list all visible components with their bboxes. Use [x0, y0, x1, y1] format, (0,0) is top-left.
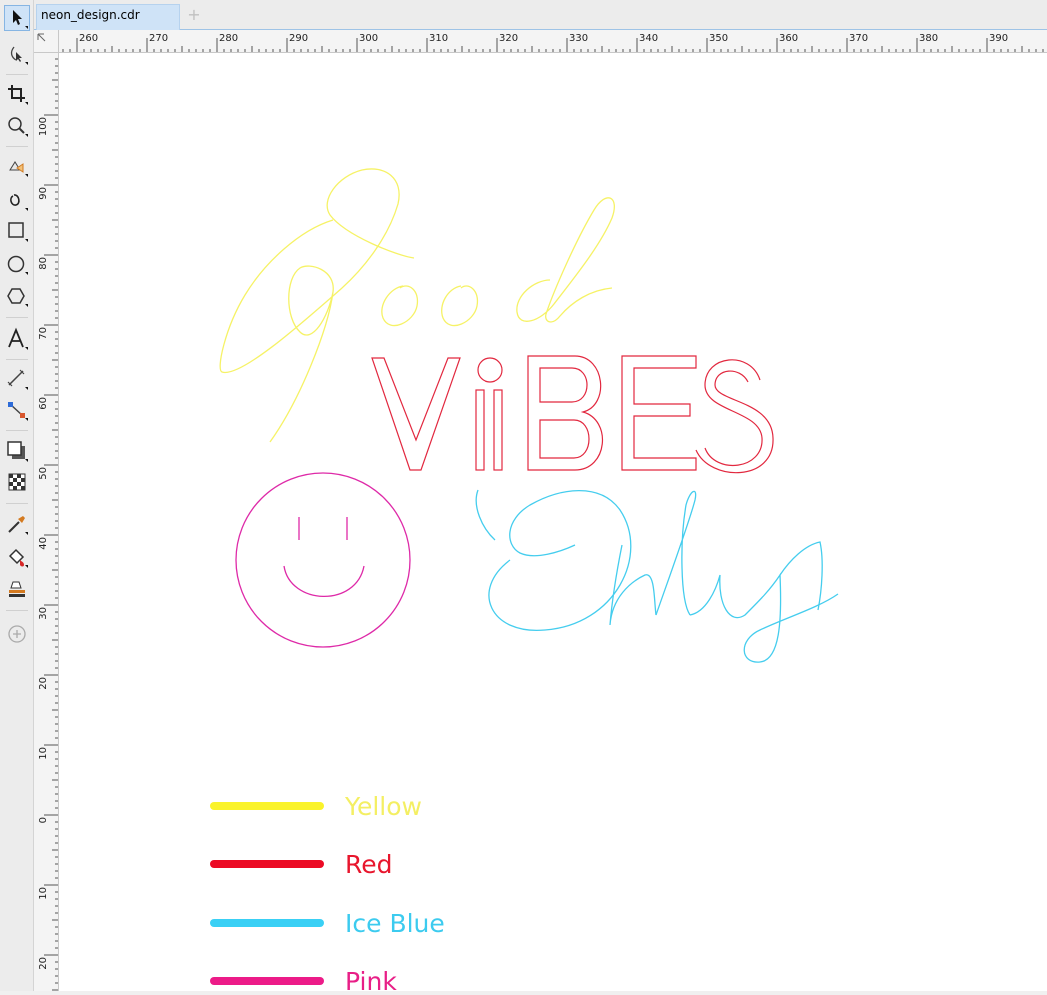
- smart-fill-icon: [9, 161, 28, 177]
- rectangle-icon: [8, 222, 28, 242]
- ruler-label-horizontal: 370: [849, 33, 868, 44]
- text-a-icon: [8, 327, 28, 350]
- legend-label-ice-blue: Ice Blue: [345, 909, 445, 938]
- ruler-label-horizontal: 300: [359, 33, 378, 44]
- vertical-ruler[interactable]: 100 90 80 70 60 50 40 30 20 10 0 10 20: [34, 53, 59, 991]
- connector-icon: [8, 402, 28, 421]
- toolbox: [0, 0, 34, 991]
- document-tab[interactable]: neon_design.cdr: [36, 4, 180, 30]
- ruler-origin-corner[interactable]: [34, 30, 59, 53]
- ruler-label-horizontal: 310: [429, 33, 448, 44]
- ellipse-tool-button[interactable]: [5, 252, 29, 276]
- new-tab-button[interactable]: +: [184, 5, 204, 25]
- transparency-checker-icon: [8, 473, 26, 491]
- ruler-label-vertical: 10: [38, 887, 49, 900]
- magnifier-icon: [8, 117, 28, 137]
- ruler-origin-icon: [37, 33, 46, 42]
- legend-label-pink: Pink: [345, 967, 397, 991]
- legend-item-yellow[interactable]: Yellow: [210, 792, 422, 821]
- ruler-label-vertical: 30: [38, 607, 49, 620]
- ruler-label-vertical: 80: [38, 257, 49, 270]
- connector-tool-button[interactable]: [5, 398, 29, 422]
- freehand-tool-button[interactable]: [5, 188, 29, 212]
- smart-fill-2-tool-button[interactable]: [5, 577, 29, 601]
- legend-item-pink[interactable]: Pink: [210, 967, 397, 995]
- ruler-label-horizontal: 390: [989, 33, 1008, 44]
- vibes-outline-text[interactable]: [371, 355, 774, 474]
- ruler-label-horizontal: 290: [289, 33, 308, 44]
- arrow-pointer-icon: [13, 10, 28, 29]
- eyedropper-tool-button[interactable]: [5, 512, 29, 536]
- ruler-label-vertical: 0: [38, 817, 49, 823]
- text-tool-button[interactable]: [5, 327, 29, 351]
- good-script-text[interactable]: [219, 168, 615, 443]
- pick-tool-button[interactable]: [4, 5, 30, 31]
- crop-tool-button[interactable]: [5, 82, 29, 106]
- ruler-label-vertical: 90: [38, 187, 49, 200]
- add-tool-button[interactable]: [5, 622, 29, 646]
- paint-bucket-icon: [8, 548, 28, 568]
- rectangle-tool-button[interactable]: [5, 219, 29, 243]
- eyedropper-icon: [8, 516, 28, 535]
- shape-node-icon: [10, 46, 28, 65]
- ruler-label-vertical: 20: [38, 957, 49, 970]
- ruler-label-horizontal: 280: [219, 33, 238, 44]
- drop-shadow-icon: [7, 441, 28, 462]
- color-legend: Yellow Red Ice Blue Pink: [210, 792, 445, 995]
- ruler-label-vertical: 20: [38, 677, 49, 690]
- ruler-label-vertical: 40: [38, 537, 49, 550]
- ruler-label-horizontal: 340: [639, 33, 658, 44]
- ruler-label-horizontal: 350: [709, 33, 728, 44]
- polygon-icon: [7, 288, 28, 307]
- zoom-tool-button[interactable]: [5, 114, 29, 138]
- parallel-dimension-tool-button[interactable]: [5, 367, 29, 391]
- smiley-face-drawing[interactable]: [235, 472, 411, 648]
- fill-stack-icon: [9, 581, 25, 597]
- ruler-label-vertical: 60: [38, 397, 49, 410]
- drawing-canvas[interactable]: Yellow Red Ice Blue Pink: [59, 53, 1047, 995]
- ruler-label-horizontal: 270: [149, 33, 168, 44]
- ruler-label-horizontal: 380: [919, 33, 938, 44]
- drop-shadow-tool-button[interactable]: [5, 439, 29, 463]
- ruler-label-horizontal: 360: [779, 33, 798, 44]
- smart-fill-tool-button[interactable]: [5, 154, 29, 178]
- ruler-label-horizontal: 320: [499, 33, 518, 44]
- ruler-label-horizontal: 330: [569, 33, 588, 44]
- document-tab-title: neon_design.cdr: [41, 8, 140, 22]
- horizontal-ruler[interactable]: 260 270 280 290 300 310 320 330 340 350 360 370 380 3…: [59, 30, 1047, 53]
- ruler-label-horizontal: 260: [79, 33, 98, 44]
- legend-label-red: Red: [345, 850, 393, 879]
- shape-tool-button[interactable]: [5, 42, 29, 66]
- freehand-curve-icon: [10, 194, 28, 211]
- polygon-tool-button[interactable]: [5, 284, 29, 308]
- dimension-line-icon: [7, 369, 28, 390]
- legend-label-yellow: Yellow: [344, 792, 422, 821]
- transparency-tool-button[interactable]: [5, 470, 29, 494]
- ruler-label-vertical: 10: [38, 747, 49, 760]
- crop-icon: [8, 85, 28, 105]
- ruler-label-vertical: 70: [38, 327, 49, 340]
- legend-item-red[interactable]: Red: [210, 850, 393, 879]
- document-tab-bar: neon_design.cdr +: [34, 0, 1047, 30]
- plus-circle-icon: [8, 625, 26, 643]
- ruler-label-vertical: 100: [38, 117, 49, 136]
- ellipse-icon: [7, 255, 28, 275]
- interactive-fill-tool-button[interactable]: [5, 545, 29, 569]
- ruler-label-vertical: 50: [38, 467, 49, 480]
- legend-item-ice-blue[interactable]: Ice Blue: [210, 909, 445, 938]
- only-script-text[interactable]: [475, 489, 839, 663]
